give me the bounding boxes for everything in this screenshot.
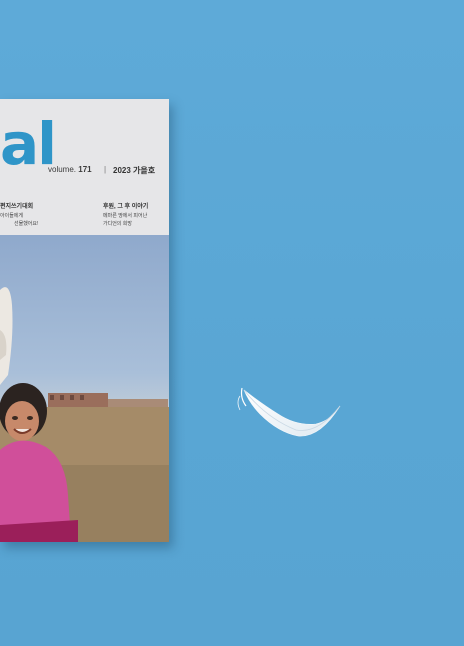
volume-label: volume. 171 xyxy=(48,165,92,174)
cover-photo xyxy=(0,235,169,542)
feather-icon xyxy=(237,387,341,437)
story-right-title: 후원, 그 후 이야기 xyxy=(103,204,149,210)
cover-photo-illustration xyxy=(0,287,169,542)
story-right-line1: 메마른 땅에서 피어난 xyxy=(103,213,148,219)
issue-separator: | xyxy=(104,165,107,174)
child-face xyxy=(5,401,39,441)
distant-building xyxy=(48,393,108,407)
story-left: 편지쓰기대회 아이들에게 선물했어요! xyxy=(0,203,38,228)
cover-header: al volume. 171 | 2023 가을호 편지쓰기대회 아이들에게 선… xyxy=(0,99,169,235)
story-left-line2: 선물했어요! xyxy=(14,221,39,227)
story-left-line1: 아이들에게 xyxy=(0,213,24,219)
volume-prefix: volume. xyxy=(48,165,77,174)
magazine-cover: al volume. 171 | 2023 가을호 편지쓰기대회 아이들에게 선… xyxy=(0,99,169,542)
story-right-line2: 가디언의 희망 xyxy=(103,221,132,227)
volume-number: 171 xyxy=(78,165,92,174)
story-left-title: 편지쓰기대회 xyxy=(0,204,34,210)
story-right: 후원, 그 후 이야기 메마른 땅에서 피어난 가디언의 희망 xyxy=(103,203,148,228)
issue-label: 2023 가을호 xyxy=(113,166,156,175)
masthead-title: al xyxy=(0,110,57,178)
